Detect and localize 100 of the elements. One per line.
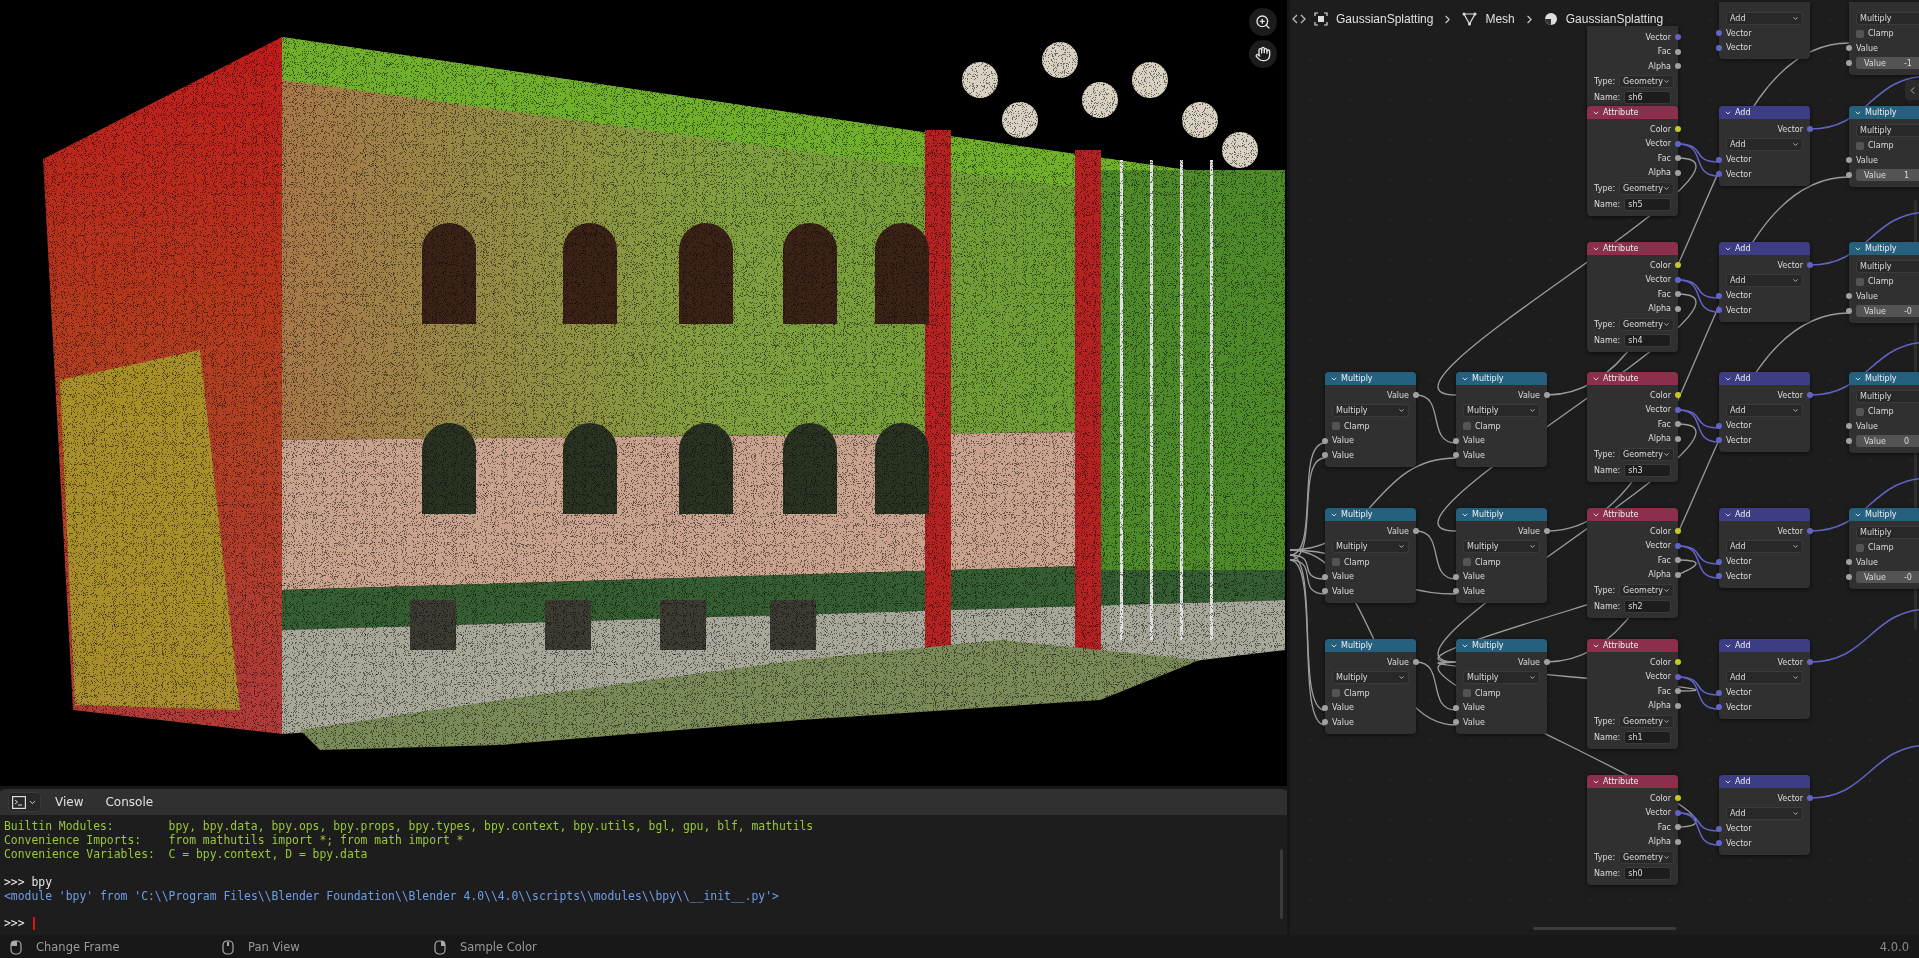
- socket-dot[interactable]: [1716, 573, 1722, 580]
- socket-dot[interactable]: [1675, 702, 1681, 709]
- hand-icon[interactable]: [1249, 40, 1277, 68]
- socket-dot[interactable]: [1846, 157, 1852, 164]
- dropdown[interactable]: Geometry: [1619, 714, 1674, 728]
- socket-dot[interactable]: [1675, 809, 1681, 816]
- checkbox[interactable]: [1332, 689, 1340, 697]
- dropdown[interactable]: Multiply: [1856, 525, 1919, 539]
- socket-dot[interactable]: [1807, 126, 1813, 133]
- checkbox[interactable]: [1856, 543, 1864, 552]
- socket-dot[interactable]: [1846, 438, 1852, 444]
- socket-dot[interactable]: [1716, 558, 1722, 565]
- node-card[interactable]: Multiply Value Multiply Clamp Value Value: [1456, 372, 1547, 467]
- socket-dot[interactable]: [1716, 825, 1722, 832]
- node-card[interactable]: Add Vector Add Vector Vector: [1719, 775, 1810, 855]
- menu-item[interactable]: Console: [97, 793, 162, 811]
- socket-dot[interactable]: [1322, 573, 1328, 580]
- socket-dot[interactable]: [1846, 293, 1852, 300]
- socket-dot[interactable]: [1807, 392, 1813, 399]
- node-header[interactable]: Add: [1719, 639, 1810, 652]
- number-field[interactable]: Value 1: [1856, 169, 1919, 181]
- socket-dot[interactable]: [1716, 292, 1722, 299]
- socket-dot[interactable]: [1846, 308, 1852, 314]
- dropdown[interactable]: Add: [1726, 11, 1803, 25]
- node-header[interactable]: Multiply: [1456, 639, 1547, 652]
- dropdown[interactable]: Geometry: [1619, 317, 1674, 331]
- menu-item[interactable]: View: [47, 793, 92, 811]
- node-header[interactable]: Add: [1719, 508, 1810, 521]
- socket-dot[interactable]: [1544, 659, 1550, 666]
- text-field[interactable]: sh3: [1624, 463, 1671, 477]
- number-field[interactable]: Value -1: [1856, 57, 1919, 69]
- node-header[interactable]: Attribute: [1587, 106, 1678, 119]
- socket-dot[interactable]: [1322, 437, 1328, 444]
- checkbox[interactable]: [1463, 422, 1471, 430]
- node-card[interactable]: Multiply Multiply Clamp Value Value -0: [1849, 508, 1919, 589]
- socket-dot[interactable]: [1413, 392, 1419, 399]
- socket-dot[interactable]: [1675, 126, 1681, 133]
- text-field[interactable]: sh5: [1624, 197, 1671, 211]
- socket-dot[interactable]: [1675, 140, 1681, 147]
- socket-dot[interactable]: [1453, 573, 1459, 580]
- dropdown[interactable]: Geometry: [1619, 583, 1674, 597]
- dropdown[interactable]: Multiply: [1332, 540, 1409, 553]
- node-header[interactable]: Attribute: [1587, 775, 1678, 788]
- socket-dot[interactable]: [1453, 719, 1459, 726]
- dropdown[interactable]: Multiply: [1856, 11, 1919, 25]
- checkbox[interactable]: [1856, 141, 1864, 150]
- socket-dot[interactable]: [1544, 528, 1550, 535]
- socket-dot[interactable]: [1453, 452, 1459, 459]
- socket-dot[interactable]: [1716, 422, 1722, 429]
- socket-dot[interactable]: [1716, 704, 1722, 711]
- socket-dot[interactable]: [1675, 305, 1681, 312]
- socket-dot[interactable]: [1846, 172, 1852, 178]
- dropdown[interactable]: Add: [1726, 671, 1803, 684]
- socket-dot[interactable]: [1675, 421, 1681, 428]
- socket-dot[interactable]: [1675, 276, 1681, 283]
- socket-dot[interactable]: [1322, 452, 1328, 459]
- node-header[interactable]: Attribute: [1587, 639, 1678, 652]
- socket-dot[interactable]: [1846, 45, 1852, 52]
- socket-dot[interactable]: [1675, 34, 1681, 41]
- dropdown[interactable]: Add: [1726, 807, 1803, 820]
- socket-dot[interactable]: [1716, 171, 1722, 178]
- socket-dot[interactable]: [1807, 262, 1813, 269]
- dropdown[interactable]: Add: [1726, 274, 1803, 287]
- socket-dot[interactable]: [1807, 659, 1813, 666]
- checkbox[interactable]: [1856, 29, 1864, 38]
- node-header[interactable]: Attribute: [1587, 242, 1678, 255]
- socket-dot[interactable]: [1675, 392, 1681, 399]
- node-header[interactable]: Attribute: [1587, 508, 1678, 521]
- node-header[interactable]: Multiply: [1456, 372, 1547, 385]
- socket-dot[interactable]: [1675, 673, 1681, 680]
- breadcrumb-item[interactable]: GaussianSplatting: [1565, 12, 1664, 26]
- socket-dot[interactable]: [1413, 659, 1419, 666]
- node-card[interactable]: Multiply Clamp Value Value -1: [1849, 2, 1919, 75]
- socket-dot[interactable]: [1716, 156, 1722, 163]
- node-card[interactable]: Multiply Value Multiply Clamp Value Value: [1325, 508, 1416, 603]
- node-card[interactable]: Attribute Color Vector Fac Alpha Type: Geometry Name: sh0: [1587, 775, 1678, 885]
- dropdown[interactable]: Add: [1726, 404, 1803, 417]
- socket-dot[interactable]: [1675, 435, 1681, 442]
- socket-dot[interactable]: [1846, 559, 1852, 566]
- text-field[interactable]: sh1: [1624, 730, 1671, 744]
- node-card[interactable]: Multiply Value Multiply Clamp Value Value: [1456, 639, 1547, 734]
- zoom-in-icon[interactable]: [1249, 8, 1277, 36]
- node-card[interactable]: Multiply Value Multiply Clamp Value Value: [1325, 372, 1416, 467]
- node-header[interactable]: Multiply: [1849, 106, 1919, 119]
- text-field[interactable]: sh0: [1624, 866, 1671, 880]
- socket-dot[interactable]: [1322, 719, 1328, 726]
- node-card[interactable]: Multiply Value Multiply Clamp Value Value: [1325, 639, 1416, 734]
- dropdown[interactable]: Add: [1726, 540, 1803, 553]
- node-card[interactable]: Add Vector Add Vector Vector: [1719, 639, 1810, 719]
- socket-dot[interactable]: [1322, 704, 1328, 711]
- socket-dot[interactable]: [1807, 528, 1813, 535]
- socket-dot[interactable]: [1807, 795, 1813, 802]
- dropdown[interactable]: Multiply: [1463, 404, 1540, 417]
- number-field[interactable]: Value 0: [1856, 435, 1919, 447]
- node-header[interactable]: Multiply: [1849, 372, 1919, 385]
- socket-dot[interactable]: [1675, 571, 1681, 578]
- socket-dot[interactable]: [1413, 528, 1419, 535]
- dropdown[interactable]: Multiply: [1463, 671, 1540, 684]
- dropdown[interactable]: Multiply: [1856, 389, 1919, 403]
- socket-dot[interactable]: [1675, 824, 1681, 831]
